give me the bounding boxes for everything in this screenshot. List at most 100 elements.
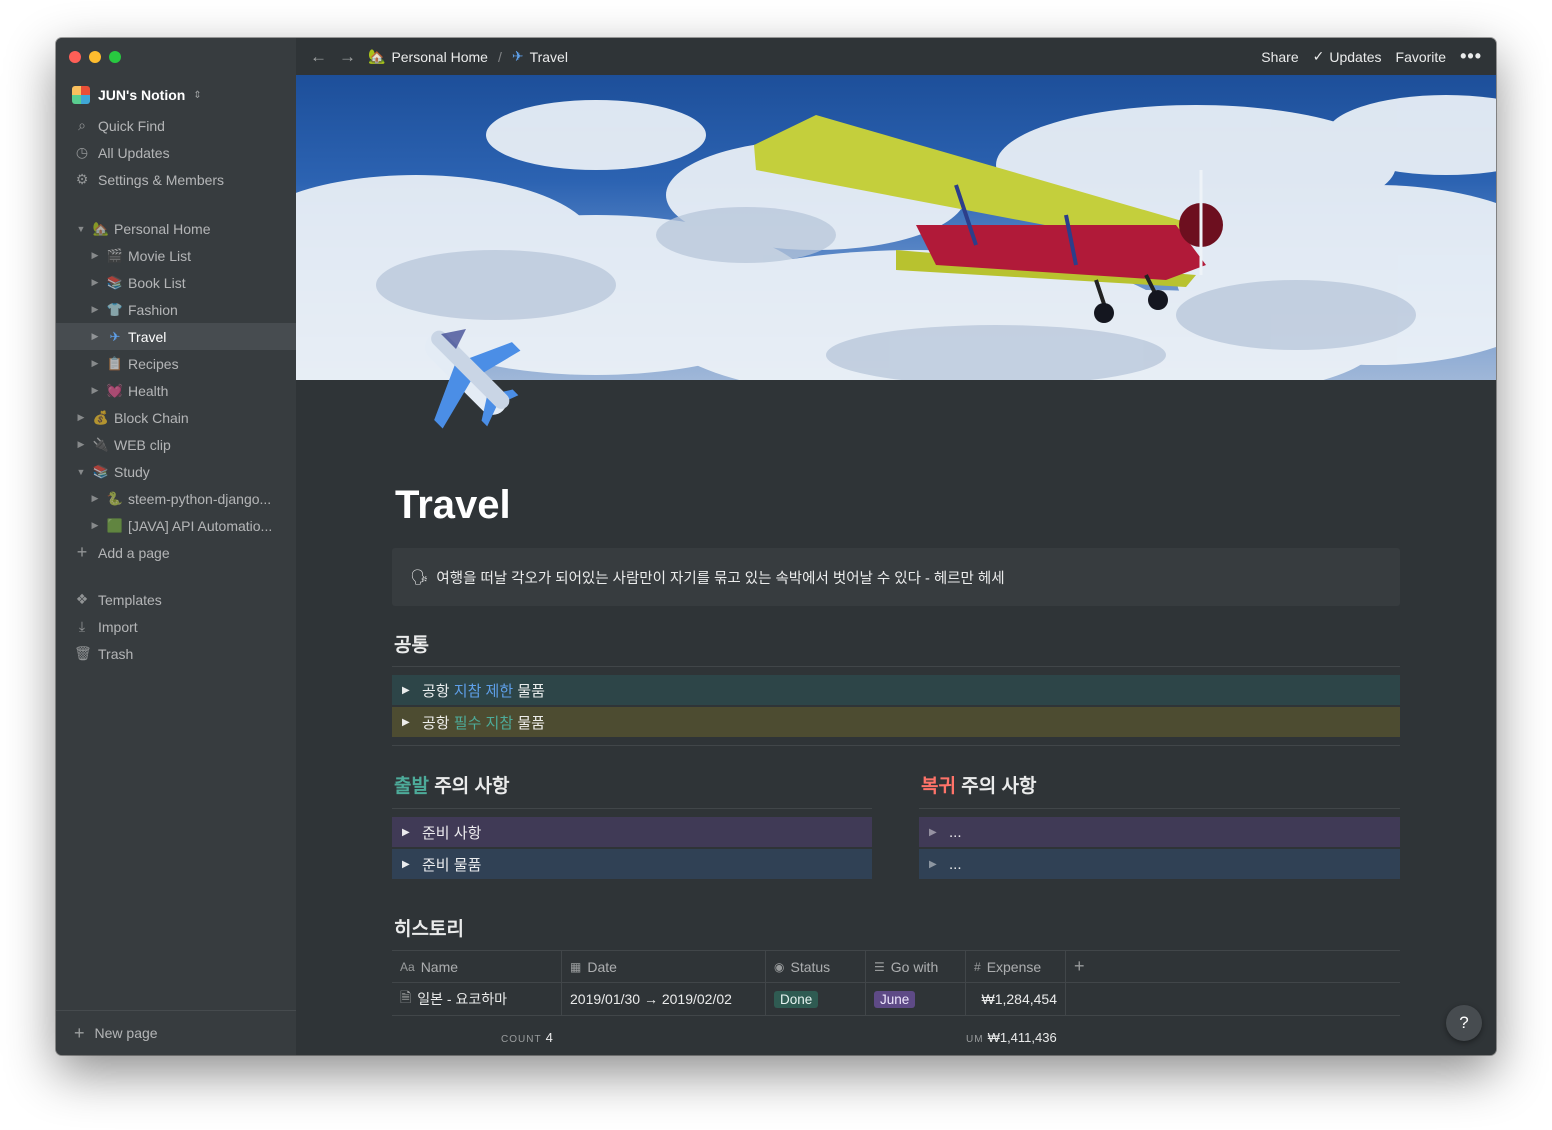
sidebar-item-web-clip[interactable]: ▶ 🔌 WEB clip — [56, 431, 296, 458]
column-header-name[interactable]: Aa Name — [392, 951, 562, 982]
toggle-return-2[interactable]: ▶ ... — [919, 849, 1400, 879]
toggle-arrow-icon[interactable]: ▶ — [402, 859, 412, 870]
zoom-window-button[interactable] — [109, 51, 121, 63]
breadcrumb-travel[interactable]: Travel — [530, 49, 568, 65]
forward-arrow-icon[interactable]: → — [339, 47, 356, 67]
toggle-preparation-items[interactable]: ▶ 준비 물품 — [392, 849, 872, 879]
sidebar-templates[interactable]: ❖ Templates — [56, 586, 296, 613]
add-page-button[interactable]: + Add a page — [56, 539, 296, 566]
sidebar-item-travel[interactable]: ▶ ✈ Travel — [56, 323, 296, 350]
section-heading-common[interactable]: 공통 — [394, 630, 429, 657]
page-title[interactable]: Travel — [395, 483, 511, 528]
new-page-button[interactable]: + New page — [56, 1010, 296, 1055]
column-header-date[interactable]: ▦ Date — [562, 951, 766, 982]
toggle-required-items[interactable]: ▶ 공항 필수 지참 물품 — [392, 707, 1400, 737]
sidebar-item-label: Movie List — [128, 247, 192, 264]
airplane-page-icon[interactable] — [406, 314, 526, 434]
sum-value: ₩1,411,436 — [987, 1030, 1057, 1045]
toggle-collapsed-icon[interactable]: ▶ — [90, 304, 100, 315]
app-window: JUN's Notion ⇕ ⌕ Quick Find ◷ All Update… — [56, 38, 1496, 1055]
cell-go-with[interactable]: June — [866, 983, 966, 1015]
sidebar-item-label: Book List — [128, 274, 186, 291]
cell-value: 일본 - 요코하마 — [417, 991, 507, 1007]
toggle-label: 공항 지참 제한 물품 — [422, 682, 545, 700]
toggle-collapsed-icon[interactable]: ▶ — [90, 250, 100, 261]
sidebar-item-movie-list[interactable]: ▶ 🎬 Movie List — [56, 242, 296, 269]
quote-callout[interactable]: 🗣 여행을 떠날 각오가 되어있는 사람만이 자기를 묶고 있는 속박에서 벗어… — [392, 548, 1400, 606]
back-arrow-icon[interactable]: ← — [310, 47, 327, 67]
toggle-preparation[interactable]: ▶ 준비 사항 — [392, 817, 872, 847]
toggle-arrow-icon[interactable]: ▶ — [402, 827, 412, 838]
divider — [392, 808, 872, 809]
section-heading-return[interactable]: 복귀 주의 사항 — [921, 771, 1036, 798]
toggle-arrow-icon[interactable]: ▶ — [402, 717, 412, 728]
shirt-icon: 👕 — [106, 301, 124, 317]
column-header-expense[interactable]: # Expense — [966, 951, 1066, 982]
close-window-button[interactable] — [69, 51, 81, 63]
toggle-collapsed-icon[interactable]: ▶ — [76, 412, 86, 423]
workspace-switcher[interactable]: JUN's Notion ⇕ — [72, 83, 286, 107]
updates-button[interactable]: ✓ Updates — [1313, 48, 1382, 65]
add-column-button[interactable]: + — [1066, 951, 1400, 982]
sidebar-item-label: Quick Find — [98, 117, 165, 134]
airplane-icon: ✈ — [511, 48, 524, 64]
section-heading-history[interactable]: 히스토리 — [394, 914, 464, 941]
status-badge: Done — [774, 990, 819, 1008]
column-header-status[interactable]: ◉ Status — [766, 951, 866, 982]
toggle-label: 준비 사항 — [422, 824, 482, 842]
toggle-arrow-icon[interactable]: ▶ — [402, 685, 412, 696]
count-aggregate[interactable]: COUNT 4 — [501, 1030, 553, 1045]
sidebar-item-java-api[interactable]: ▶ 🟩 [JAVA] API Automatio... — [56, 512, 296, 539]
sidebar-item-personal-home[interactable]: ▼ 🏡 Personal Home — [56, 215, 296, 242]
toggle-return-1[interactable]: ▶ ... — [919, 817, 1400, 847]
sidebar-item-block-chain[interactable]: ▶ 💰 Block Chain — [56, 404, 296, 431]
toggle-collapsed-icon[interactable]: ▶ — [90, 493, 100, 504]
sidebar-item-steem-python[interactable]: ▶ 🐍 steem-python-django... — [56, 485, 296, 512]
more-options-icon[interactable]: ••• — [1460, 46, 1482, 67]
toggle-restricted-items[interactable]: ▶ 공항 지참 제한 물품 — [392, 675, 1400, 705]
cell-date[interactable]: 2019/01/30 → 2019/02/02 — [562, 983, 766, 1015]
sidebar-item-fashion[interactable]: ▶ 👕 Fashion — [56, 296, 296, 323]
minimize-window-button[interactable] — [89, 51, 101, 63]
column-header-go-with[interactable]: ☰ Go with — [866, 951, 966, 982]
cell-expense[interactable]: ₩1,284,454 — [966, 983, 1066, 1015]
divider — [919, 808, 1400, 809]
window-controls — [69, 51, 121, 63]
toggle-collapsed-icon[interactable]: ▶ — [90, 520, 100, 531]
sidebar-item-health[interactable]: ▶ 💓 Health — [56, 377, 296, 404]
cell-name[interactable]: 🗎 일본 - 요코하마 — [392, 983, 562, 1015]
toggle-arrow-icon[interactable]: ▶ — [929, 859, 939, 870]
toggle-expanded-icon[interactable]: ▼ — [76, 224, 86, 234]
sidebar-import[interactable]: ⤓ Import — [56, 613, 296, 640]
clipboard-icon: 📋 — [106, 355, 124, 371]
share-button[interactable]: Share — [1261, 49, 1298, 65]
favorite-button[interactable]: Favorite — [1396, 49, 1447, 65]
toggle-collapsed-icon[interactable]: ▶ — [90, 358, 100, 369]
table-row[interactable]: 🗎 일본 - 요코하마 2019/01/30 → 2019/02/02 Done… — [392, 983, 1400, 1016]
sidebar-trash[interactable]: 🗑 Trash — [56, 640, 296, 667]
sum-aggregate[interactable]: UM ₩1,411,436 — [966, 1030, 1057, 1045]
toggle-collapsed-icon[interactable]: ▶ — [90, 331, 100, 342]
toggle-collapsed-icon[interactable]: ▶ — [90, 277, 100, 288]
toggle-arrow-icon[interactable]: ▶ — [929, 827, 939, 838]
column-label: Date — [587, 958, 617, 975]
sidebar-all-updates[interactable]: ◷ All Updates — [56, 139, 296, 166]
sidebar: JUN's Notion ⇕ ⌕ Quick Find ◷ All Update… — [56, 38, 296, 1055]
help-button[interactable]: ? — [1446, 1005, 1482, 1041]
calendar-icon: ▦ — [570, 959, 582, 974]
sidebar-item-label: Templates — [98, 591, 162, 608]
sidebar-item-book-list[interactable]: ▶ 📚 Book List — [56, 269, 296, 296]
cell-status[interactable]: Done — [766, 983, 866, 1015]
plus-icon: + — [76, 542, 88, 562]
toggle-collapsed-icon[interactable]: ▶ — [90, 385, 100, 396]
toggle-collapsed-icon[interactable]: ▶ — [76, 439, 86, 450]
sidebar-quick-find[interactable]: ⌕ Quick Find — [56, 112, 296, 139]
breadcrumb-personal-home[interactable]: Personal Home — [391, 49, 488, 65]
sidebar-item-recipes[interactable]: ▶ 📋 Recipes — [56, 350, 296, 377]
toggle-expanded-icon[interactable]: ▼ — [76, 467, 86, 477]
airplane-icon: ✈ — [109, 328, 121, 344]
section-heading-departure[interactable]: 출발 주의 사항 — [394, 771, 509, 798]
sidebar-settings[interactable]: ⚙ Settings & Members — [56, 166, 296, 193]
clock-icon: ◷ — [75, 144, 89, 160]
sidebar-item-study[interactable]: ▼ 📚 Study — [56, 458, 296, 485]
